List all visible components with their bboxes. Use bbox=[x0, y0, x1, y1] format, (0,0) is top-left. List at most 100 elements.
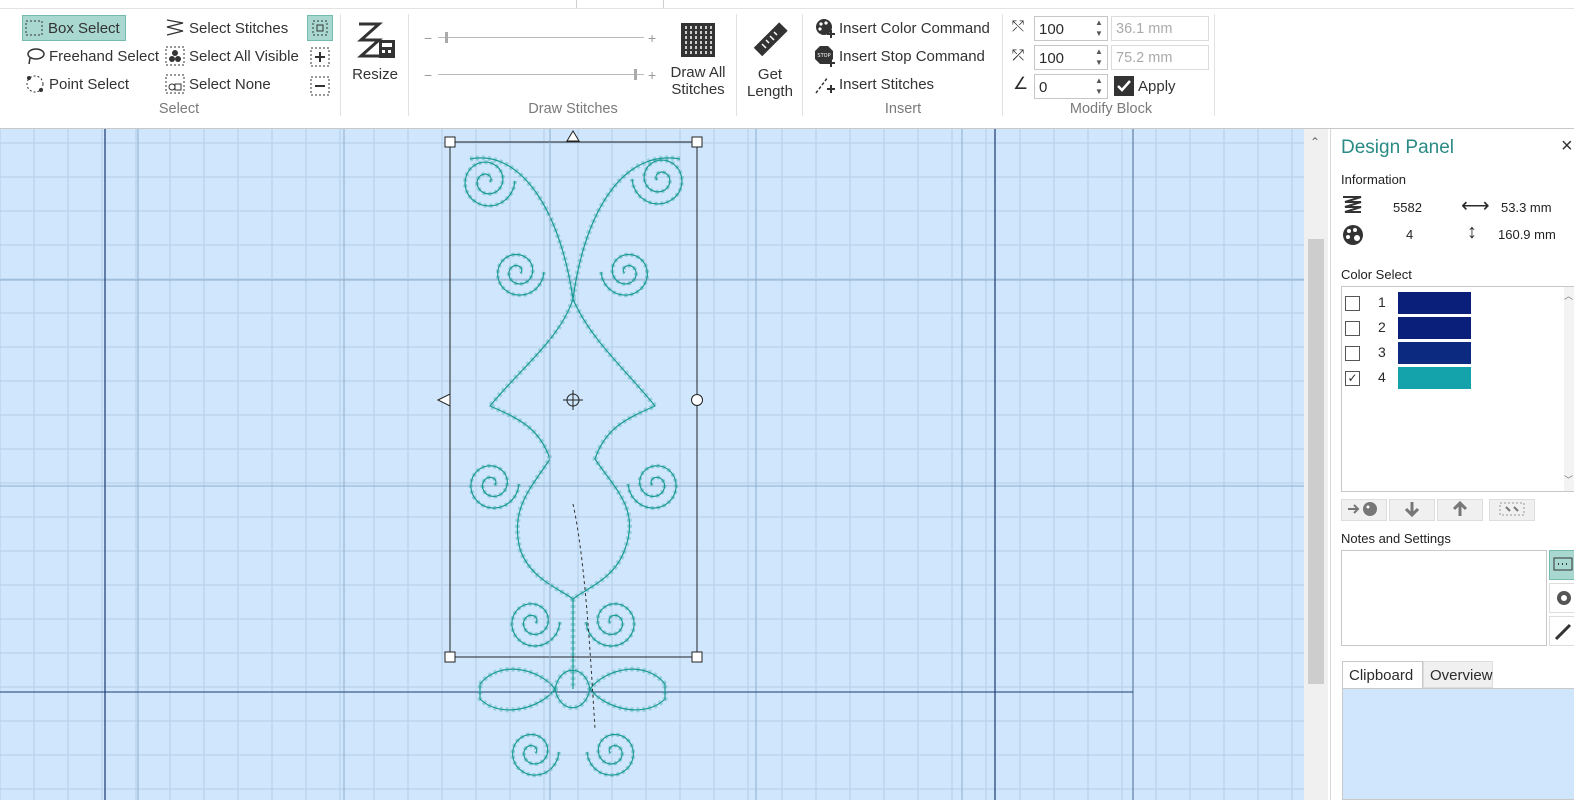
draw-all-stitches-button[interactable]: Draw All Stitches bbox=[666, 20, 730, 98]
spin-arrows[interactable]: ▲ ▼ bbox=[1091, 17, 1107, 40]
select-all-visible-icon bbox=[165, 46, 185, 66]
slider-thumb[interactable] bbox=[445, 32, 448, 43]
height-percent-input[interactable]: 100 ▲ ▼ bbox=[1034, 45, 1108, 70]
draw-speed-slider[interactable]: − + bbox=[424, 29, 660, 47]
notes-tab-button[interactable] bbox=[1549, 550, 1574, 580]
freehand-select-label: Freehand Select bbox=[49, 47, 160, 65]
information-heading: Information bbox=[1341, 172, 1407, 187]
color-checkbox[interactable] bbox=[1345, 296, 1360, 311]
settings-tab-button[interactable] bbox=[1549, 583, 1574, 613]
tab-overview-label: Overview bbox=[1430, 667, 1493, 684]
width-percent-icon: ⤲ bbox=[1012, 18, 1025, 35]
notes-textarea[interactable] bbox=[1341, 550, 1547, 646]
height-arrows-icon: ↕ bbox=[1467, 221, 1477, 243]
tab-clipboard[interactable]: Clipboard bbox=[1342, 661, 1423, 688]
insert-stitches-button[interactable]: Insert Stitches bbox=[814, 72, 934, 96]
color-checkbox[interactable] bbox=[1345, 346, 1360, 361]
tab-overview[interactable]: Overview bbox=[1423, 661, 1493, 688]
select-mode-new-button[interactable] bbox=[307, 15, 333, 41]
scroll-up-icon[interactable]: ︿ bbox=[1564, 289, 1573, 302]
get-length-button[interactable]: Get Length bbox=[744, 18, 796, 100]
color-swatch[interactable] bbox=[1398, 292, 1471, 314]
angle-input[interactable]: 0 ▲ ▼ bbox=[1034, 74, 1108, 99]
draw-all-label-2: Stitches bbox=[671, 81, 725, 98]
spin-arrows[interactable]: ▲ ▼ bbox=[1091, 46, 1107, 69]
vertical-scrollbar[interactable]: ⌃ bbox=[1304, 129, 1328, 800]
color-row[interactable]: ✓ 4 bbox=[1342, 366, 1562, 390]
color-list[interactable]: 1 2 3 ✓ 4 ︿ ﹀ bbox=[1341, 286, 1574, 492]
get-length-label: Get bbox=[757, 66, 783, 83]
checkmark-icon bbox=[1114, 76, 1134, 96]
color-swatch[interactable] bbox=[1398, 367, 1471, 389]
height-percent-value: 100 bbox=[1039, 50, 1065, 67]
palette-icon bbox=[1343, 225, 1363, 245]
top-handle bbox=[566, 130, 580, 142]
height-mm-field[interactable]: 75.2 mm bbox=[1111, 45, 1209, 70]
color-list-scrollbar[interactable]: ︿ ﹀ bbox=[1564, 287, 1574, 491]
select-stitches-button[interactable]: Select Stitches bbox=[164, 16, 288, 40]
color-swatch[interactable] bbox=[1398, 317, 1471, 339]
point-select-icon bbox=[26, 75, 44, 93]
slider-track bbox=[438, 74, 644, 75]
scroll-up-arrow[interactable]: ⌃ bbox=[1310, 135, 1320, 149]
select-none-button[interactable]: Select None bbox=[164, 72, 271, 96]
select-all-visible-button[interactable]: Select All Visible bbox=[164, 44, 299, 68]
resize-button[interactable]: Resize bbox=[350, 18, 400, 83]
spin-arrows[interactable]: ▲ ▼ bbox=[1091, 75, 1107, 98]
select-group-label: Select bbox=[158, 101, 200, 117]
draw-stitches-group-label: Draw Stitches bbox=[528, 101, 618, 117]
edit-tab-button[interactable] bbox=[1549, 616, 1574, 646]
merge-colors-button[interactable] bbox=[1489, 499, 1535, 521]
select-none-icon bbox=[165, 74, 185, 94]
color-select-heading: Color Select bbox=[1341, 267, 1412, 282]
move-color-up-button[interactable] bbox=[1437, 499, 1483, 521]
color-swatch[interactable] bbox=[1398, 342, 1471, 364]
width-mm-field[interactable]: 36.1 mm bbox=[1111, 16, 1209, 41]
box-select-button[interactable]: Box Select bbox=[22, 15, 126, 41]
separator bbox=[802, 14, 803, 116]
color-checkbox[interactable] bbox=[1345, 321, 1360, 336]
add-to-selection-button[interactable] bbox=[309, 46, 331, 68]
stitch-fill bbox=[469, 155, 576, 300]
apply-button[interactable]: Apply bbox=[1113, 74, 1176, 98]
resize-icon bbox=[357, 22, 395, 58]
width-percent-input[interactable]: 100 ▲ ▼ bbox=[1034, 16, 1108, 41]
active-tab[interactable] bbox=[576, 0, 664, 8]
insert-color-command-button[interactable]: Insert Color Command bbox=[814, 16, 990, 40]
plus-selection-icon bbox=[310, 47, 330, 67]
scroll-thumb[interactable] bbox=[1308, 239, 1324, 684]
point-select-button[interactable]: Point Select bbox=[24, 72, 129, 96]
color-row[interactable]: 1 bbox=[1342, 291, 1562, 315]
clipboard-area[interactable] bbox=[1342, 688, 1574, 800]
color-number: 4 bbox=[1378, 369, 1386, 385]
select-none-label: Select None bbox=[189, 75, 271, 93]
resize-handle bbox=[691, 651, 703, 663]
subtract-from-selection-button[interactable] bbox=[309, 75, 331, 97]
width-mm-value: 36.1 mm bbox=[1116, 21, 1173, 37]
panel-title: Design Panel bbox=[1341, 137, 1455, 158]
separator bbox=[1002, 14, 1003, 116]
insert-stop-command-button[interactable]: STOP Insert Stop Command bbox=[814, 44, 985, 68]
minus-icon: − bbox=[424, 30, 433, 46]
stitch-count-icon bbox=[1343, 196, 1362, 213]
tab-clipboard-label: Clipboard bbox=[1349, 667, 1414, 684]
insert-group-label: Insert bbox=[884, 101, 922, 117]
scroll-down-icon[interactable]: ﹀ bbox=[1564, 473, 1573, 486]
pencil-icon bbox=[1554, 623, 1572, 641]
slider-thumb[interactable] bbox=[634, 69, 637, 80]
color-row[interactable]: 3 bbox=[1342, 341, 1562, 365]
resize-label: Resize bbox=[352, 66, 398, 83]
freehand-select-button[interactable]: Freehand Select bbox=[24, 44, 159, 68]
slider-track bbox=[438, 37, 644, 38]
draw-all-stitches-icon bbox=[681, 23, 715, 57]
design-canvas[interactable] bbox=[0, 129, 1304, 800]
new-selection-icon bbox=[312, 20, 328, 36]
close-icon[interactable]: × bbox=[1561, 135, 1573, 158]
height-percent-icon: ⤱ bbox=[1012, 47, 1025, 64]
color-checkbox[interactable]: ✓ bbox=[1345, 371, 1360, 386]
color-row[interactable]: 2 bbox=[1342, 316, 1562, 340]
move-color-down-button[interactable] bbox=[1389, 499, 1435, 521]
change-color-button[interactable] bbox=[1341, 499, 1387, 521]
color-number: 1 bbox=[1378, 294, 1386, 310]
draw-position-slider[interactable]: − + bbox=[424, 66, 660, 84]
